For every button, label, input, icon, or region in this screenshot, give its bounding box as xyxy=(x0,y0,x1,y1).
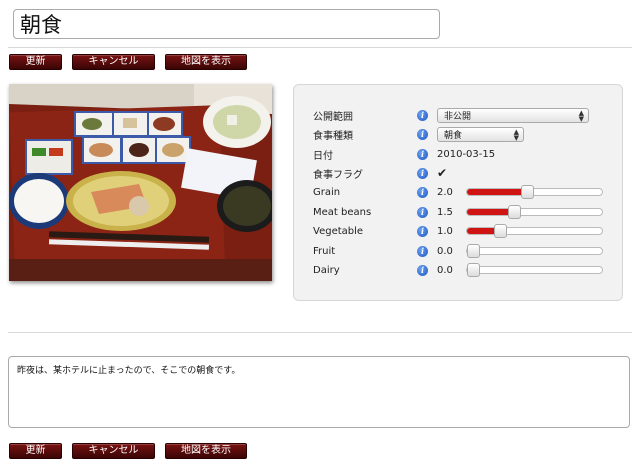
info-icon[interactable]: i xyxy=(417,148,428,160)
vegetable-value: 1.0 xyxy=(437,225,453,237)
title-input[interactable] xyxy=(13,9,440,39)
grain-row: Grain i 2.0 xyxy=(313,184,603,200)
info-icon[interactable]: i xyxy=(417,128,428,140)
vegetable-label: Vegetable xyxy=(313,225,364,237)
cancel-button[interactable]: キャンセル xyxy=(72,443,155,459)
vegetable-slider[interactable] xyxy=(466,224,603,238)
meat-beans-row: Meat beans i 1.5 xyxy=(313,204,603,220)
slider-thumb[interactable] xyxy=(507,205,521,219)
info-icon[interactable]: i xyxy=(417,245,428,257)
grain-label: Grain xyxy=(313,186,341,198)
meat-beans-value: 1.5 xyxy=(437,206,453,218)
meal-photo xyxy=(9,84,272,281)
slider-thumb[interactable] xyxy=(521,185,534,199)
comment-textarea[interactable]: 昨夜は、某ホテルに止まったので、そこでの朝食です。 xyxy=(8,356,630,428)
fruit-row: Fruit i 0.0 xyxy=(313,243,603,259)
dairy-value: 0.0 xyxy=(437,264,453,276)
info-icon[interactable]: i xyxy=(417,264,428,276)
grain-slider[interactable] xyxy=(466,185,603,199)
select-arrow-icon: ▲ ▼ xyxy=(578,108,584,123)
divider xyxy=(8,47,632,48)
date-row: 日付 i 2010-03-15 xyxy=(313,146,495,162)
meal-flag-row: 食事フラグ i ✔ xyxy=(313,165,447,181)
slider-thumb[interactable] xyxy=(467,244,480,258)
fruit-value: 0.0 xyxy=(437,245,453,257)
info-icon[interactable]: i xyxy=(417,186,428,198)
info-icon[interactable]: i xyxy=(417,206,428,218)
meal-type-row: 食事種類 i 朝食 ▲ ▼ xyxy=(313,126,524,142)
info-icon[interactable]: i xyxy=(417,167,428,179)
dairy-row: Dairy i 0.0 xyxy=(313,262,603,278)
slider-thumb[interactable] xyxy=(494,224,507,238)
top-button-bar: 更新 キャンセル 地図を表示 xyxy=(9,54,247,70)
meal-flag-checkbox[interactable]: ✔ xyxy=(437,167,447,179)
dairy-slider[interactable] xyxy=(466,263,603,277)
attributes-panel: 公開範囲 i 非公開 ▲ ▼ 食事種類 i 朝食 ▲ ▼ 日付 i 2010-03-… xyxy=(293,84,623,301)
fruit-slider[interactable] xyxy=(466,244,603,258)
dairy-label: Dairy xyxy=(313,264,340,276)
select-arrow-icon: ▲ ▼ xyxy=(513,127,519,142)
date-value[interactable]: 2010-03-15 xyxy=(437,149,495,160)
fruit-label: Fruit xyxy=(313,245,336,257)
meal-flag-label: 食事フラグ xyxy=(313,169,363,181)
slider-fill xyxy=(467,209,508,215)
update-button[interactable]: 更新 xyxy=(9,54,62,70)
cancel-button[interactable]: キャンセル xyxy=(72,54,155,70)
info-icon[interactable]: i xyxy=(417,225,428,237)
divider xyxy=(8,332,632,333)
slider-fill xyxy=(467,228,494,234)
grain-value: 2.0 xyxy=(437,186,453,198)
slider-thumb[interactable] xyxy=(467,263,480,277)
slider-fill xyxy=(467,189,521,195)
visibility-select[interactable]: 非公開 ▲ ▼ xyxy=(437,107,589,123)
meat-beans-slider[interactable] xyxy=(466,205,603,219)
meal-type-label: 食事種類 xyxy=(313,130,353,142)
visibility-row: 公開範囲 i 非公開 ▲ ▼ xyxy=(313,107,589,123)
meal-type-select[interactable]: 朝食 ▲ ▼ xyxy=(437,126,524,142)
vegetable-row: Vegetable i 1.0 xyxy=(313,223,603,239)
visibility-select-value: 非公開 xyxy=(444,111,472,122)
date-label: 日付 xyxy=(313,150,333,162)
info-icon[interactable]: i xyxy=(417,109,428,121)
show-map-button[interactable]: 地図を表示 xyxy=(165,54,247,70)
update-button[interactable]: 更新 xyxy=(9,443,62,459)
meat-beans-label: Meat beans xyxy=(313,206,372,218)
show-map-button[interactable]: 地図を表示 xyxy=(165,443,247,459)
bottom-button-bar: 更新 キャンセル 地図を表示 xyxy=(9,443,247,459)
meal-type-select-value: 朝食 xyxy=(444,130,463,141)
visibility-label: 公開範囲 xyxy=(313,111,353,123)
